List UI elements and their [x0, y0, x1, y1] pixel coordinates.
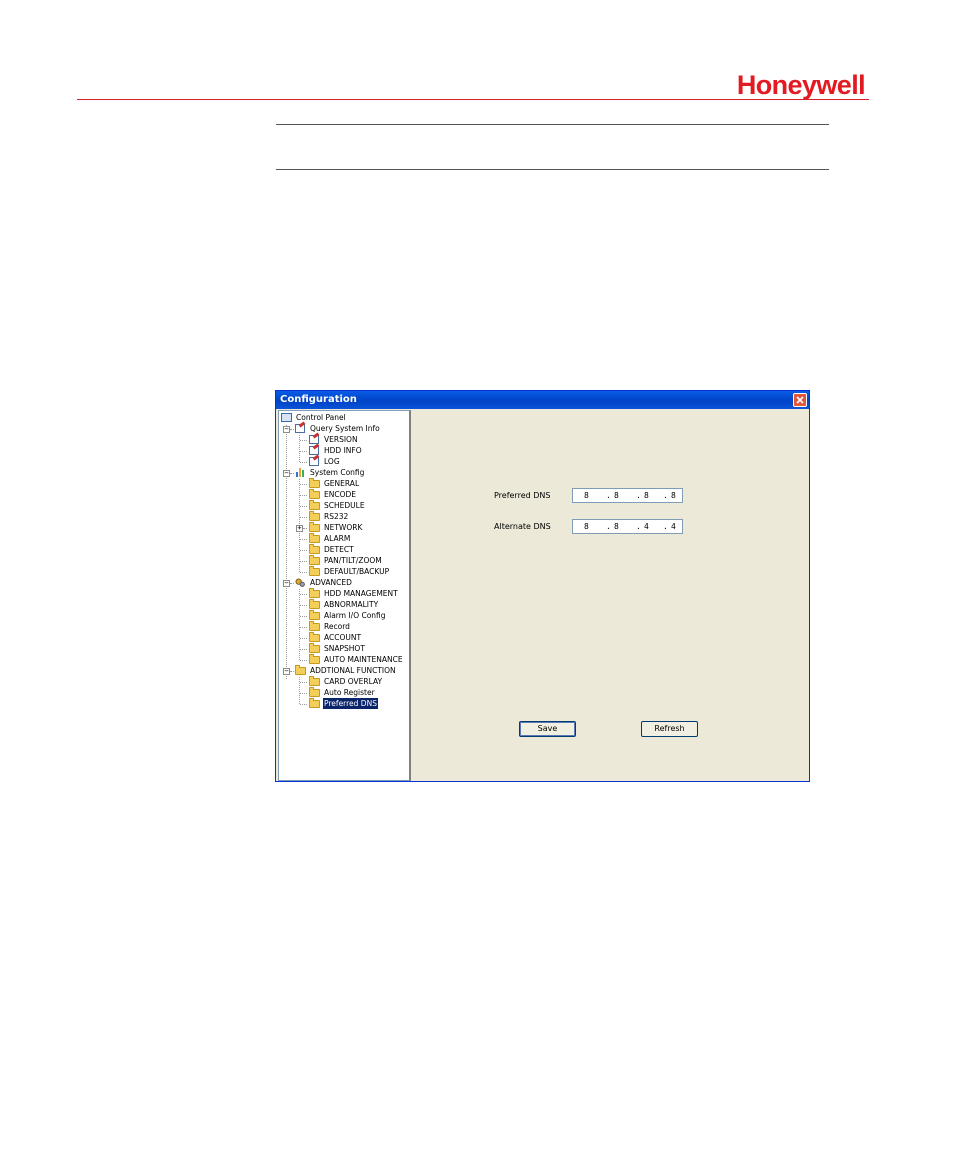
octet: 4 [644, 522, 649, 531]
dot: . [636, 491, 641, 500]
folder-icon [295, 665, 306, 675]
tree-line [290, 429, 294, 430]
tree-line [300, 594, 307, 595]
octet: 8 [584, 522, 589, 531]
folder-icon [309, 599, 320, 609]
save-button[interactable]: Save [519, 721, 576, 737]
tree-line [300, 638, 307, 639]
folder-icon [309, 654, 320, 664]
configuration-window: Configuration Control Panel − Query Syst… [275, 390, 810, 782]
tree-line [300, 451, 307, 452]
tree-line [303, 528, 307, 529]
header-rule-top [276, 124, 829, 125]
honeywell-logo: Honeywell [736, 70, 866, 100]
close-button[interactable] [793, 393, 807, 407]
control-panel-icon [281, 413, 292, 422]
tree-line [300, 539, 307, 540]
tree-line [300, 660, 307, 661]
tree-line [300, 484, 307, 485]
system-config-icon [295, 468, 305, 477]
tree-line [300, 627, 307, 628]
tree-line [300, 605, 307, 606]
tree-line [300, 561, 307, 562]
folder-icon [309, 544, 320, 554]
folder-icon [309, 632, 320, 642]
octet: 4 [671, 522, 676, 531]
folder-icon [309, 566, 320, 576]
octet: 8 [614, 522, 619, 531]
folder-icon [309, 610, 320, 620]
collapse-icon[interactable]: − [283, 426, 290, 433]
tree-line [300, 649, 307, 650]
folder-icon [309, 588, 320, 598]
tree-line [300, 682, 307, 683]
preferred-dns-label: Preferred DNS [494, 491, 551, 500]
folder-icon [309, 489, 320, 499]
expand-icon[interactable]: + [296, 525, 303, 532]
octet: 8 [584, 491, 589, 500]
tree-line [290, 671, 294, 672]
gear-icon [295, 578, 305, 587]
alternate-dns-input[interactable]: 8 . 8 . 4 . 4 [572, 519, 683, 534]
folder-icon [309, 522, 320, 532]
close-icon [796, 396, 804, 404]
alternate-dns-label: Alternate DNS [494, 522, 551, 531]
folder-icon [309, 676, 320, 686]
octet: 8 [671, 491, 676, 500]
tree-line [300, 704, 307, 705]
collapse-icon[interactable]: − [283, 668, 290, 675]
folder-icon [309, 533, 320, 543]
tree-line [300, 572, 307, 573]
tree-line [300, 517, 307, 518]
config-tree[interactable]: Control Panel − Query System Info VERSIO… [278, 410, 411, 781]
query-info-icon [295, 424, 305, 433]
dns-settings-panel: Preferred DNS 8 . 8 . 8 . 8 Alternate DN… [412, 410, 809, 781]
dot: . [663, 491, 668, 500]
collapse-icon[interactable]: − [283, 580, 290, 587]
folder-icon [309, 555, 320, 565]
page-icon [309, 457, 319, 466]
tree-line [290, 583, 294, 584]
tree-line [300, 616, 307, 617]
folder-icon [309, 500, 320, 510]
folder-icon [309, 687, 320, 697]
header-red-rule [77, 99, 869, 100]
folder-icon [309, 511, 320, 521]
tree-line [286, 425, 287, 679]
folder-icon [309, 621, 320, 631]
folder-icon [309, 643, 320, 653]
header-rule-bottom [276, 169, 829, 170]
tree-line [300, 506, 307, 507]
tree-line [300, 495, 307, 496]
dot: . [663, 522, 668, 531]
dot: . [606, 491, 611, 500]
dot: . [636, 522, 641, 531]
folder-icon [309, 478, 320, 488]
window-title: Configuration [280, 394, 357, 405]
title-bar[interactable]: Configuration [276, 391, 809, 409]
tree-line [300, 693, 307, 694]
tree-line [290, 473, 294, 474]
tree-line [300, 550, 307, 551]
tree-line [300, 440, 307, 441]
refresh-button[interactable]: Refresh [641, 721, 698, 737]
octet: 8 [614, 491, 619, 500]
tree-line [300, 462, 307, 463]
dot: . [606, 522, 611, 531]
octet: 8 [644, 491, 649, 500]
open-folder-icon [309, 698, 320, 708]
preferred-dns-input[interactable]: 8 . 8 . 8 . 8 [572, 488, 683, 503]
collapse-icon[interactable]: − [283, 470, 290, 477]
